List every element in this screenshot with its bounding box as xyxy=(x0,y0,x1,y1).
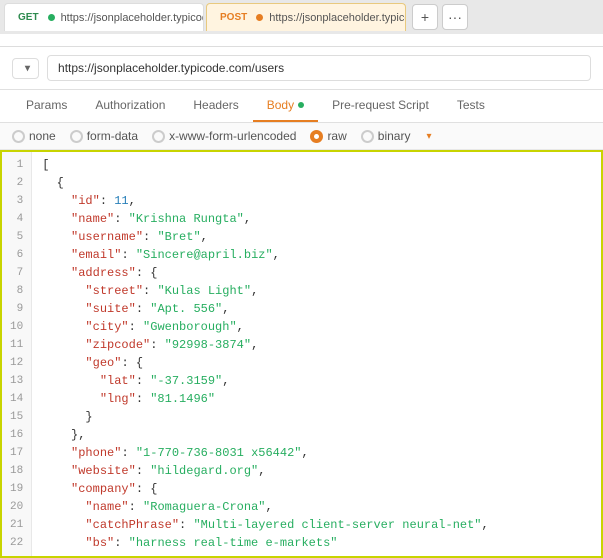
method-selector[interactable]: ▾ xyxy=(12,58,39,79)
radio-urlencoded[interactable] xyxy=(152,130,165,143)
option-binary[interactable]: binary xyxy=(361,129,411,143)
option-form-data-label: form-data xyxy=(87,129,138,143)
browser-tabs-bar: GET https://jsonplaceholder.typicode.o P… xyxy=(0,0,603,34)
body-dot-indicator xyxy=(298,102,304,108)
option-form-data[interactable]: form-data xyxy=(70,129,138,143)
url-input[interactable] xyxy=(47,55,591,81)
method-chevron-icon: ▾ xyxy=(25,63,30,74)
tab-tests-label: Tests xyxy=(457,98,485,112)
tab-actions: + ··· xyxy=(412,4,468,30)
text-format-dropdown[interactable]: ▾ xyxy=(424,131,431,142)
request-bar: ▾ xyxy=(0,47,603,90)
tab-authorization-label: Authorization xyxy=(95,98,165,112)
tab-pre-request-script[interactable]: Pre-request Script xyxy=(318,90,443,122)
tab-authorization[interactable]: Authorization xyxy=(81,90,179,122)
code-body[interactable]: [ { "id": 11, "name": "Krishna Rungta", … xyxy=(32,152,601,556)
option-urlencoded[interactable]: x-www-form-urlencoded xyxy=(152,129,296,143)
option-raw-label: raw xyxy=(327,129,346,143)
radio-binary[interactable] xyxy=(361,130,374,143)
tab-status-dot-post xyxy=(256,14,263,21)
tab-status-dot-get xyxy=(48,14,55,21)
tab-body[interactable]: Body xyxy=(253,90,318,122)
radio-raw[interactable] xyxy=(310,130,323,143)
tab-post[interactable]: POST https://jsonplaceholder.typicod xyxy=(206,3,406,31)
radio-form-data[interactable] xyxy=(70,130,83,143)
tab-headers-label: Headers xyxy=(193,98,238,112)
option-raw[interactable]: raw xyxy=(310,129,346,143)
radio-none[interactable] xyxy=(12,130,25,143)
tab-params[interactable]: Params xyxy=(12,90,81,122)
tab-get[interactable]: GET https://jsonplaceholder.typicode.o xyxy=(4,3,204,31)
nav-tabs: Params Authorization Headers Body Pre-re… xyxy=(0,90,603,123)
tab-tests[interactable]: Tests xyxy=(443,90,499,122)
option-urlencoded-label: x-www-form-urlencoded xyxy=(169,129,296,143)
text-format-chevron-icon: ▾ xyxy=(426,131,431,142)
body-options-bar: none form-data x-www-form-urlencoded raw… xyxy=(0,123,603,150)
option-none-label: none xyxy=(29,129,56,143)
option-none[interactable]: none xyxy=(12,129,56,143)
method-badge-get: GET xyxy=(15,11,42,24)
more-tabs-button[interactable]: ··· xyxy=(442,4,468,30)
tab-label-get: https://jsonplaceholder.typicode.o xyxy=(61,12,204,24)
tab-params-label: Params xyxy=(26,98,67,112)
add-tab-button[interactable]: + xyxy=(412,4,438,30)
code-editor[interactable]: 12345678910111213141516171819202122 [ { … xyxy=(0,150,603,558)
option-binary-label: binary xyxy=(378,129,411,143)
line-numbers: 12345678910111213141516171819202122 xyxy=(2,152,32,556)
method-badge-post: POST xyxy=(217,11,250,24)
tab-label-post: https://jsonplaceholder.typicod xyxy=(269,12,406,24)
tab-body-label: Body xyxy=(267,98,294,112)
url-display-bar xyxy=(0,34,603,47)
tab-headers[interactable]: Headers xyxy=(179,90,252,122)
tab-pre-request-label: Pre-request Script xyxy=(332,98,429,112)
